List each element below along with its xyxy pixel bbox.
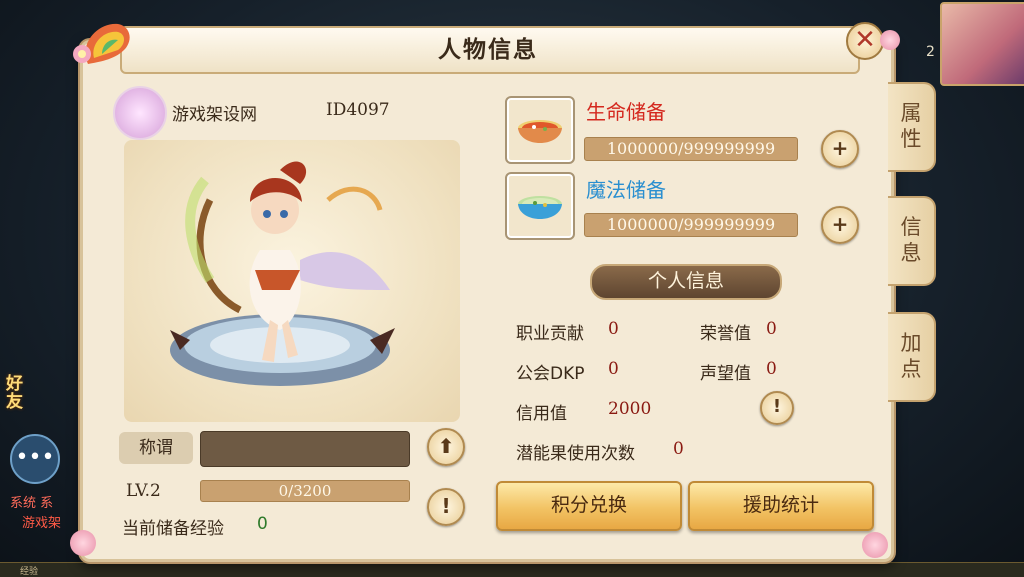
hp-potion-slot[interactable] xyxy=(505,96,575,164)
system-tag: 系统 系 xyxy=(10,496,54,511)
character-figure xyxy=(170,161,395,386)
tab-attributes-label-bottom: 性 xyxy=(900,127,922,151)
hp-add-button[interactable]: + xyxy=(821,130,859,168)
stored-exp-label: 当前储备经验 xyxy=(122,519,224,539)
career-contribution-value: 0 xyxy=(608,319,619,339)
reputation-label: 声望值 xyxy=(700,364,751,384)
credit-info-button[interactable]: ! xyxy=(760,391,794,425)
tab-attributes-label-top: 属 xyxy=(900,101,922,125)
soup-bowl-icon xyxy=(518,196,562,219)
flower-ornament-icon xyxy=(70,530,96,556)
tab-add-points-label-top: 加 xyxy=(900,331,922,355)
title-label: 称谓 xyxy=(119,432,193,464)
stored-exp-value: 0 xyxy=(257,514,268,534)
title-input[interactable] xyxy=(200,431,410,467)
player-id: ID4097 xyxy=(326,100,390,120)
mp-add-button[interactable]: + xyxy=(821,206,859,244)
tab-add-points-label-bottom: 点 xyxy=(900,357,922,381)
hud-level-digit: 2 xyxy=(926,44,935,60)
chat-button[interactable]: ••• xyxy=(10,434,60,484)
exclamation-icon: ! xyxy=(441,494,451,518)
exclamation-icon: ! xyxy=(772,396,782,417)
tab-info[interactable]: 信 息 xyxy=(888,196,936,286)
flower-ornament-icon xyxy=(880,30,900,50)
mp-reserve-label: 魔法储备 xyxy=(586,178,666,202)
potential-fruit-value: 0 xyxy=(673,439,684,459)
tab-info-label-top: 信 xyxy=(900,215,922,239)
exp-progress-bar: 0/3200 xyxy=(200,480,410,502)
tab-add-points[interactable]: 加 点 xyxy=(888,312,936,402)
speech-bubble-icon: ••• xyxy=(15,445,55,470)
soup-bowl-icon xyxy=(518,120,562,143)
tab-attributes[interactable]: 属 性 xyxy=(888,82,936,172)
exp-info-button[interactable]: ! xyxy=(427,488,465,526)
upload-arrow-icon: ⬆ xyxy=(437,434,455,458)
level-label: LV.2 xyxy=(126,481,161,501)
credit-value: 2000 xyxy=(608,399,652,419)
system-message: 游戏架 xyxy=(22,516,62,531)
mp-potion-slot[interactable] xyxy=(505,172,575,240)
class-emblem-icon xyxy=(113,86,167,140)
points-exchange-button[interactable]: 积分兑换 xyxy=(496,481,682,531)
hp-reserve-value: 1000000/999999999 xyxy=(584,137,798,161)
mp-reserve-value: 1000000/999999999 xyxy=(584,213,798,237)
flower-ornament-icon xyxy=(862,532,888,558)
guild-dkp-value: 0 xyxy=(608,359,619,379)
honor-value: 0 xyxy=(766,319,777,339)
bottom-exp-bar xyxy=(0,562,1024,577)
credit-label: 信用值 xyxy=(516,404,567,424)
panel-title: 人物信息 xyxy=(438,37,538,63)
plus-icon: + xyxy=(831,212,849,236)
tab-info-label-bottom: 息 xyxy=(900,241,922,265)
close-icon: ✕ xyxy=(854,25,876,55)
feather-ornament-icon xyxy=(73,23,130,64)
honor-label: 荣誉值 xyxy=(700,324,751,344)
potential-fruit-label: 潜能果使用次数 xyxy=(516,444,635,464)
career-contribution-label: 职业贡献 xyxy=(516,324,584,344)
close-button[interactable]: ✕ xyxy=(846,22,884,60)
personal-info-header: 个人信息 xyxy=(590,264,782,300)
hp-reserve-label: 生命储备 xyxy=(586,100,666,124)
player-name: 游戏架设网 xyxy=(172,105,257,125)
player-portrait[interactable] xyxy=(940,2,1024,86)
plus-icon: + xyxy=(831,136,849,160)
upload-title-button[interactable]: ⬆ xyxy=(427,428,465,466)
guild-dkp-label: 公会DKP xyxy=(516,364,585,384)
reputation-value: 0 xyxy=(766,359,777,379)
friend-button[interactable]: 好友 xyxy=(6,375,32,411)
assist-stats-button[interactable]: 援助统计 xyxy=(688,481,874,531)
bottom-exp-label: 经验 xyxy=(20,567,39,577)
